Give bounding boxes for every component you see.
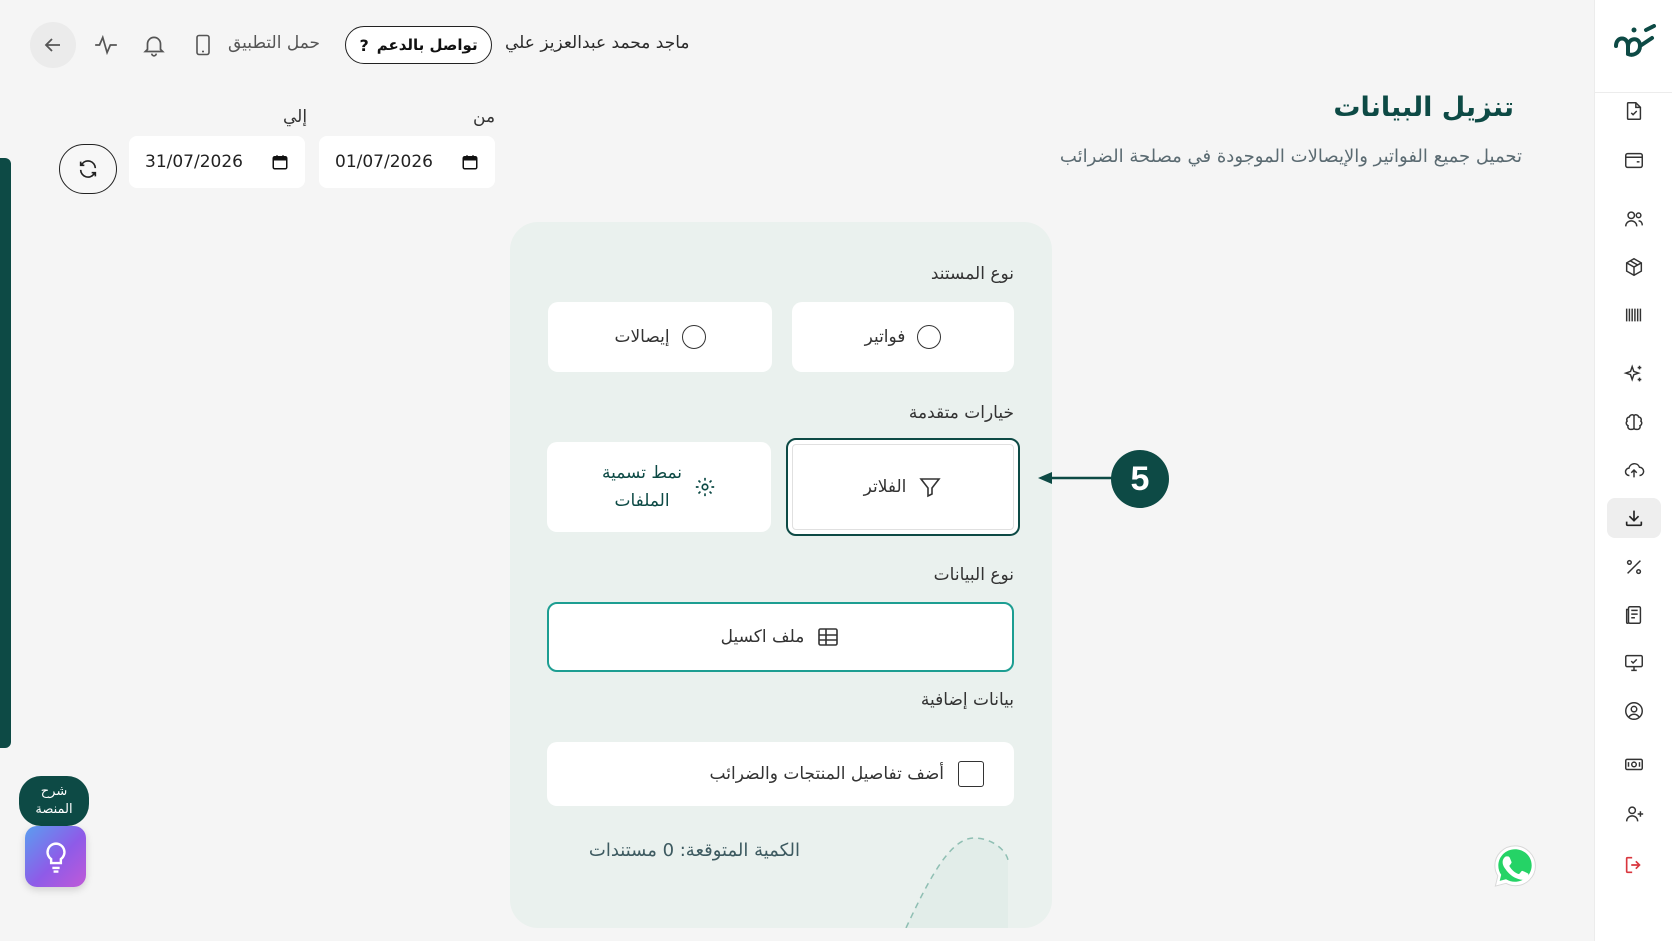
file-naming-label-line1: نمط تسمية bbox=[601, 463, 683, 483]
doc-type-label: نوع المستند bbox=[930, 264, 1014, 284]
sidebar-item-customers[interactable] bbox=[1607, 199, 1661, 239]
extra-details-label: أضف تفاصيل المنتجات والضرائب bbox=[709, 764, 944, 784]
doc-type-receipts-label: إيصالات bbox=[614, 327, 670, 347]
bell-icon bbox=[143, 36, 165, 57]
cash-icon bbox=[1625, 758, 1643, 771]
sidebar-item-ai[interactable] bbox=[1607, 354, 1661, 394]
refresh-icon bbox=[79, 160, 97, 178]
sidebar-item-logout[interactable] bbox=[1607, 845, 1661, 885]
document-check-icon bbox=[1626, 102, 1642, 120]
sidebar bbox=[1594, 0, 1672, 941]
file-naming-button[interactable]: نمط تسمية الملفات bbox=[547, 442, 771, 532]
lightbulb-icon bbox=[45, 841, 66, 873]
extra-data-label: بيانات إضافية bbox=[920, 690, 1014, 710]
advanced-options-label: خيارات متقدمة bbox=[908, 403, 1014, 423]
notifications-button[interactable] bbox=[141, 32, 167, 58]
table-icon bbox=[818, 628, 839, 646]
scroll-indicator[interactable] bbox=[0, 158, 11, 748]
file-naming-label: نمط تسمية الملفات bbox=[602, 459, 682, 515]
doc-type-receipts[interactable]: إيصالات bbox=[548, 302, 772, 372]
sidebar-item-receipts[interactable] bbox=[1607, 595, 1661, 635]
activity-icon bbox=[95, 34, 117, 56]
platform-guide-button[interactable] bbox=[25, 826, 86, 887]
logout-icon bbox=[1625, 856, 1641, 874]
platform-guide-line2: المنصة bbox=[35, 802, 73, 817]
sidebar-item-add-user[interactable] bbox=[1607, 794, 1661, 834]
calendar-icon bbox=[462, 155, 478, 170]
to-date-input[interactable]: 31/07/2026 bbox=[129, 136, 305, 188]
decorative-curve bbox=[905, 837, 1009, 928]
users-icon bbox=[1625, 211, 1643, 227]
monitor-check-icon bbox=[1625, 654, 1643, 672]
wallet-icon bbox=[1625, 152, 1643, 169]
sidebar-item-barcode[interactable] bbox=[1607, 295, 1661, 335]
refresh-button[interactable] bbox=[59, 144, 117, 194]
extra-details-checkbox[interactable] bbox=[958, 761, 984, 787]
app-logo[interactable] bbox=[1595, 22, 1672, 66]
doc-type-invoices[interactable]: فواتير bbox=[792, 302, 1014, 372]
logo-icon bbox=[1614, 24, 1656, 57]
support-button-label: تواصل بالدعم bbox=[376, 36, 478, 54]
download-form-panel: نوع المستند فواتير إيصالات خيارات متقدمة… bbox=[510, 222, 1052, 928]
arrow-left-icon bbox=[44, 38, 60, 52]
platform-guide-label[interactable]: شرح المنصة bbox=[19, 776, 89, 826]
to-date-label: إلي bbox=[283, 107, 308, 127]
sidebar-item-pos[interactable] bbox=[1607, 643, 1661, 683]
percent-icon bbox=[1626, 559, 1642, 575]
excel-file-label: ملف اكسيل bbox=[720, 627, 805, 647]
sidebar-item-profile[interactable] bbox=[1607, 691, 1661, 731]
from-date-value: 01/07/2026 bbox=[335, 152, 433, 172]
excel-file-option[interactable]: ملف اكسيل bbox=[547, 602, 1014, 672]
sidebar-item-invoices[interactable] bbox=[1607, 91, 1661, 131]
sidebar-item-wallet[interactable] bbox=[1607, 140, 1661, 180]
package-icon bbox=[1625, 257, 1643, 277]
download-icon bbox=[1625, 510, 1643, 527]
page-subtitle: تحميل جميع الفواتير والإيصالات الموجودة … bbox=[1059, 146, 1522, 167]
user-name: ماجد محمد عبدالعزيز علي bbox=[505, 33, 690, 53]
sidebar-item-payments[interactable] bbox=[1607, 744, 1661, 784]
doc-type-invoices-label: فواتير bbox=[864, 327, 906, 347]
back-button[interactable] bbox=[30, 22, 76, 68]
sidebar-item-brain[interactable] bbox=[1607, 402, 1661, 442]
expected-count: الكمية المتوقعة: 0 مستندات bbox=[588, 840, 800, 861]
from-date-label: من bbox=[473, 107, 496, 127]
radio-receipts[interactable] bbox=[681, 325, 706, 349]
platform-guide-line1: شرح bbox=[40, 784, 68, 799]
whatsapp-button[interactable] bbox=[1492, 843, 1538, 889]
file-naming-label-line2: الملفات bbox=[614, 491, 670, 511]
app-download-link[interactable]: حمل التطبيق bbox=[228, 33, 320, 53]
activity-button[interactable] bbox=[93, 32, 119, 58]
cloud-upload-icon bbox=[1624, 462, 1645, 478]
brain-icon bbox=[1625, 414, 1643, 431]
barcode-icon bbox=[1625, 308, 1642, 322]
sidebar-item-download[interactable] bbox=[1607, 498, 1661, 538]
question-mark-icon: ? bbox=[359, 35, 369, 55]
sparkles-icon bbox=[1623, 364, 1642, 382]
radio-invoices[interactable] bbox=[917, 325, 942, 349]
user-circle-icon bbox=[1625, 702, 1643, 720]
page-title: تنزيل البيانات bbox=[1333, 92, 1514, 123]
step-badge: 5 bbox=[1111, 450, 1169, 508]
sidebar-item-taxes[interactable] bbox=[1607, 547, 1661, 587]
sidebar-item-products[interactable] bbox=[1607, 247, 1661, 287]
gear-icon bbox=[695, 477, 715, 497]
mobile-phone-icon bbox=[196, 34, 210, 56]
extra-details-option[interactable]: أضف تفاصيل المنتجات والضرائب bbox=[547, 742, 1014, 806]
sidebar-item-upload[interactable] bbox=[1607, 450, 1661, 490]
filters-label: الفلاتر bbox=[863, 477, 907, 497]
user-plus-icon bbox=[1625, 806, 1644, 822]
filters-button[interactable]: الفلاتر bbox=[786, 438, 1020, 536]
support-button[interactable]: تواصل بالدعم ? bbox=[345, 26, 492, 64]
to-date-value: 31/07/2026 bbox=[145, 152, 243, 172]
step-arrow bbox=[1038, 472, 1114, 484]
calendar-icon bbox=[272, 155, 288, 170]
data-type-label: نوع البيانات bbox=[933, 565, 1014, 585]
filter-icon bbox=[919, 478, 942, 498]
app-download-button[interactable] bbox=[190, 32, 216, 58]
from-date-input[interactable]: 01/07/2026 bbox=[319, 136, 495, 188]
receipt-icon bbox=[1625, 606, 1642, 624]
